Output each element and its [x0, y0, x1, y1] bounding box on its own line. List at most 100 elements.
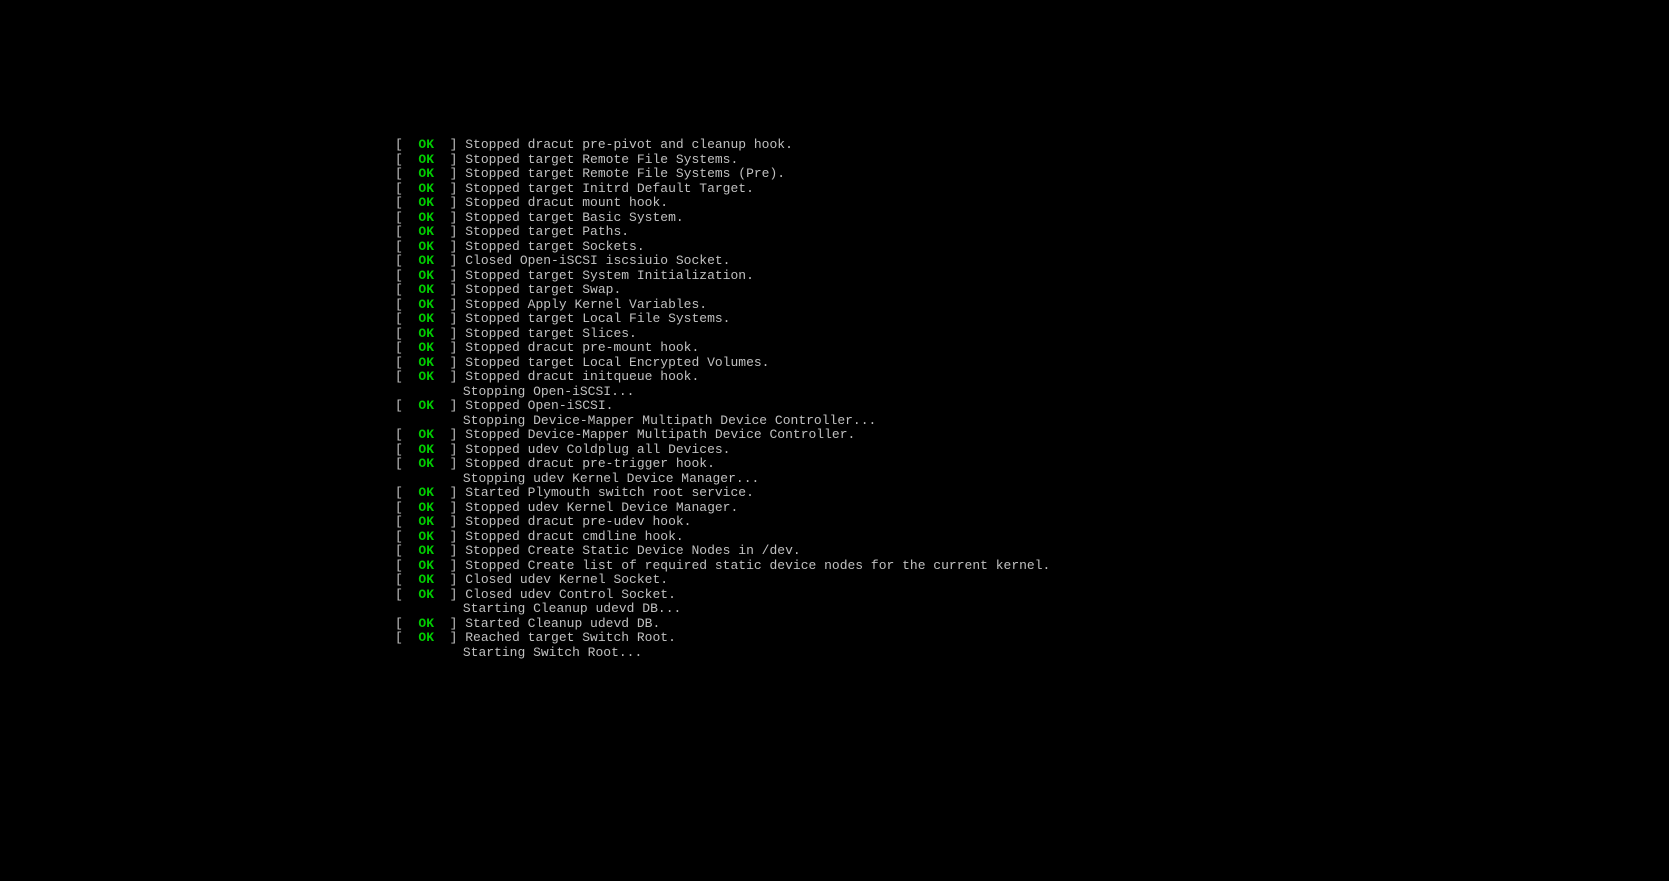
- boot-log-line: [ OK ] Stopped dracut pre-trigger hook.: [395, 457, 1050, 472]
- bracket-open: [: [395, 355, 418, 370]
- status-ok: OK: [418, 181, 434, 196]
- bracket-close: ]: [434, 398, 465, 413]
- bracket-close: ]: [434, 210, 465, 225]
- log-message: Stopped target Swap.: [465, 282, 621, 297]
- bracket-close: ]: [434, 166, 465, 181]
- status-ok: OK: [418, 210, 434, 225]
- bracket-close: ]: [434, 282, 465, 297]
- log-message: Stopped target Initrd Default Target.: [465, 181, 754, 196]
- boot-log-line: [ OK ] Stopped udev Kernel Device Manage…: [395, 501, 1050, 516]
- log-message: Started Cleanup udevd DB.: [465, 616, 660, 631]
- boot-log-line: Starting Switch Root...: [395, 646, 1050, 661]
- bracket-open: [: [395, 398, 418, 413]
- bracket-close: ]: [434, 311, 465, 326]
- boot-log-line: [ OK ] Started Plymouth switch root serv…: [395, 486, 1050, 501]
- boot-log-line: [ OK ] Stopped Device-Mapper Multipath D…: [395, 428, 1050, 443]
- boot-log-line: [ OK ] Stopped Open-iSCSI.: [395, 399, 1050, 414]
- log-message: Stopped target Paths.: [465, 224, 629, 239]
- boot-log-line: [ OK ] Stopped Apply Kernel Variables.: [395, 298, 1050, 313]
- bracket-open: [: [395, 456, 418, 471]
- log-message: Stopped target Basic System.: [465, 210, 683, 225]
- boot-console: [ OK ] Stopped dracut pre-pivot and clea…: [395, 138, 1050, 660]
- bracket-close: ]: [434, 442, 465, 457]
- log-message: Stopped dracut mount hook.: [465, 195, 668, 210]
- indent: [395, 385, 463, 400]
- bracket-open: [: [395, 630, 418, 645]
- boot-log-line: [ OK ] Stopped target System Initializat…: [395, 269, 1050, 284]
- bracket-close: ]: [434, 340, 465, 355]
- log-message: Closed udev Kernel Socket.: [465, 572, 668, 587]
- log-message: Stopped dracut cmdline hook.: [465, 529, 683, 544]
- bracket-open: [: [395, 181, 418, 196]
- log-message: Stopped Create list of required static d…: [465, 558, 1050, 573]
- bracket-open: [: [395, 572, 418, 587]
- log-message: Stopping Device-Mapper Multipath Device …: [463, 413, 876, 428]
- log-message: Stopped target Slices.: [465, 326, 637, 341]
- bracket-close: ]: [434, 297, 465, 312]
- boot-log-line: [ OK ] Stopped dracut cmdline hook.: [395, 530, 1050, 545]
- status-ok: OK: [418, 166, 434, 181]
- log-message: Stopped udev Kernel Device Manager.: [465, 500, 738, 515]
- bracket-close: ]: [434, 572, 465, 587]
- boot-log-line: Stopping Open-iSCSI...: [395, 385, 1050, 400]
- log-message: Stopped dracut initqueue hook.: [465, 369, 699, 384]
- status-ok: OK: [418, 224, 434, 239]
- bracket-open: [: [395, 282, 418, 297]
- bracket-close: ]: [434, 181, 465, 196]
- status-ok: OK: [418, 572, 434, 587]
- bracket-close: ]: [434, 253, 465, 268]
- bracket-close: ]: [434, 369, 465, 384]
- log-message: Stopped dracut pre-trigger hook.: [465, 456, 715, 471]
- log-message: Stopped target Local File Systems.: [465, 311, 730, 326]
- bracket-close: ]: [434, 268, 465, 283]
- bracket-close: ]: [434, 195, 465, 210]
- status-ok: OK: [418, 529, 434, 544]
- bracket-close: ]: [434, 456, 465, 471]
- status-ok: OK: [418, 442, 434, 457]
- status-ok: OK: [418, 268, 434, 283]
- bracket-close: ]: [434, 355, 465, 370]
- bracket-close: ]: [434, 587, 465, 602]
- bracket-open: [: [395, 326, 418, 341]
- status-ok: OK: [418, 253, 434, 268]
- boot-log-line: [ OK ] Stopped dracut pre-udev hook.: [395, 515, 1050, 530]
- bracket-close: ]: [434, 630, 465, 645]
- boot-log-line: [ OK ] Closed udev Control Socket.: [395, 588, 1050, 603]
- bracket-open: [: [395, 369, 418, 384]
- boot-log-line: [ OK ] Started Cleanup udevd DB.: [395, 617, 1050, 632]
- log-message: Stopped Open-iSCSI.: [465, 398, 613, 413]
- indent: [395, 646, 463, 661]
- boot-log-line: [ OK ] Closed Open-iSCSI iscsiuio Socket…: [395, 254, 1050, 269]
- boot-log-line: [ OK ] Closed udev Kernel Socket.: [395, 573, 1050, 588]
- bracket-open: [: [395, 311, 418, 326]
- boot-log-line: [ OK ] Stopped target Remote File System…: [395, 167, 1050, 182]
- bracket-close: ]: [434, 500, 465, 515]
- boot-log-line: [ OK ] Stopped dracut mount hook.: [395, 196, 1050, 211]
- log-message: Stopped dracut pre-mount hook.: [465, 340, 699, 355]
- status-ok: OK: [418, 355, 434, 370]
- bracket-close: ]: [434, 326, 465, 341]
- bracket-open: [: [395, 253, 418, 268]
- status-ok: OK: [418, 514, 434, 529]
- bracket-close: ]: [434, 558, 465, 573]
- bracket-close: ]: [434, 485, 465, 500]
- log-message: Stopped dracut pre-udev hook.: [465, 514, 691, 529]
- indent: [395, 472, 463, 487]
- log-message: Starting Switch Root...: [463, 645, 642, 660]
- status-ok: OK: [418, 152, 434, 167]
- status-ok: OK: [418, 297, 434, 312]
- boot-log-line: Stopping Device-Mapper Multipath Device …: [395, 414, 1050, 429]
- boot-log-line: [ OK ] Stopped target Local File Systems…: [395, 312, 1050, 327]
- bracket-open: [: [395, 616, 418, 631]
- bracket-open: [: [395, 543, 418, 558]
- status-ok: OK: [418, 630, 434, 645]
- bracket-close: ]: [434, 137, 465, 152]
- status-ok: OK: [418, 239, 434, 254]
- log-message: Stopped target Local Encrypted Volumes.: [465, 355, 769, 370]
- bracket-open: [: [395, 340, 418, 355]
- bracket-open: [: [395, 587, 418, 602]
- log-message: Starting Cleanup udevd DB...: [463, 601, 681, 616]
- status-ok: OK: [418, 427, 434, 442]
- boot-log-line: [ OK ] Reached target Switch Root.: [395, 631, 1050, 646]
- bracket-open: [: [395, 152, 418, 167]
